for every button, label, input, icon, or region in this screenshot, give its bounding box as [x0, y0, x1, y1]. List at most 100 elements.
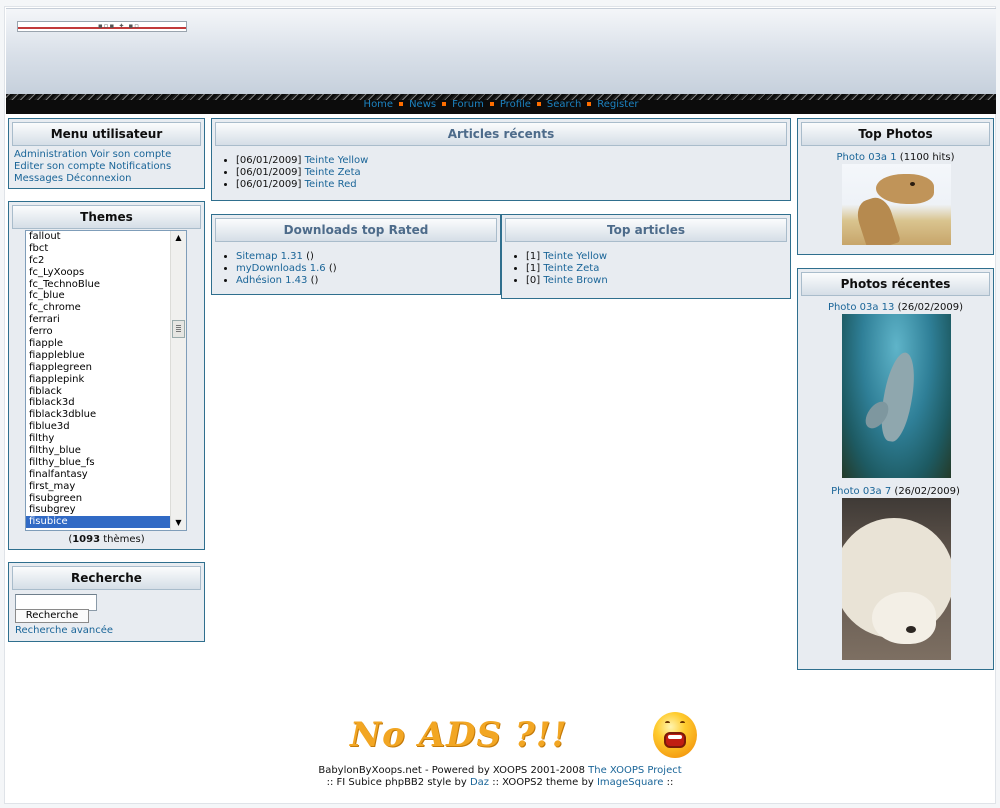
download-rating: ()	[328, 263, 337, 274]
user-menu-logout-link[interactable]: Déconnexion	[66, 173, 131, 184]
search-block: Recherche Recherche Recherche avancée	[8, 562, 205, 642]
article-date: [06/01/2009]	[236, 155, 302, 166]
nav-home-link[interactable]: Home	[361, 99, 397, 110]
theme-option[interactable]: fc_TechnoBlue	[26, 279, 172, 291]
theme-option[interactable]: fisubice	[26, 516, 172, 529]
recent-articles-content: [06/01/2009] Teinte Yellow [06/01/2009] …	[218, 155, 786, 191]
footer-powered-by: BabylonByXoops.net - Powered by XOOPS 20…	[318, 765, 585, 776]
article-date: [06/01/2009]	[236, 167, 302, 178]
article-count: [0]	[526, 275, 541, 286]
nav-forum-link[interactable]: Forum	[449, 99, 487, 110]
article-link[interactable]: Teinte Red	[305, 179, 357, 190]
theme-option[interactable]: fc_blue	[26, 290, 172, 302]
theme-option[interactable]: fiblue3d	[26, 421, 172, 433]
theme-option[interactable]: filthy_blue	[26, 445, 172, 457]
theme-option[interactable]: ferrari	[26, 314, 172, 326]
article-link[interactable]: Teinte Zeta	[543, 263, 599, 274]
xoops-project-link[interactable]: The XOOPS Project	[588, 765, 682, 776]
theme-option[interactable]: fiblack3dblue	[26, 409, 172, 421]
theme-option[interactable]: fisubgrey	[26, 504, 172, 516]
search-button[interactable]: Recherche	[15, 609, 89, 623]
imagesquare-link[interactable]: ImageSquare	[597, 777, 664, 788]
no-ads-text: No ADS ?!!	[350, 715, 568, 755]
list-item: myDownloads 1.6 ()	[236, 263, 496, 275]
theme-option[interactable]: fallout	[26, 231, 172, 243]
scroll-up-arrow-icon[interactable]: ▲	[171, 231, 186, 245]
article-link[interactable]: Teinte Yellow	[305, 155, 369, 166]
nav-separator-icon	[489, 102, 494, 106]
article-count: [1]	[526, 263, 541, 274]
nav-separator-icon	[399, 102, 404, 106]
theme-count: (1093 thèmes)	[68, 534, 145, 545]
dolphin-body	[876, 350, 920, 444]
theme-select-list[interactable]: fallout fbct fc2 fc_LyXoops fc_TechnoBlue fc_…	[25, 230, 187, 531]
no-ads-banner: No ADS ?!!	[346, 713, 616, 761]
photo-caption: Photo 03a 1 (1100 hits)	[798, 152, 993, 164]
list-item: [06/01/2009] Teinte Zeta	[236, 167, 786, 179]
advanced-search-link[interactable]: Recherche avancée	[15, 625, 113, 636]
theme-option[interactable]: fiapple	[26, 338, 172, 350]
user-menu-edit-account-link[interactable]: Editer son compte	[14, 161, 105, 172]
nav-separator-icon	[587, 102, 592, 106]
download-link[interactable]: myDownloads 1.6	[236, 263, 326, 274]
bear-face	[872, 592, 936, 644]
article-link[interactable]: Teinte Yellow	[543, 251, 607, 262]
logo-marks: ▪▫▪ ✦ ▪▫	[98, 22, 141, 30]
scroll-down-arrow-icon[interactable]: ▼	[171, 516, 186, 530]
site-header: ▪▫▪ ✦ ▪▫	[6, 8, 996, 94]
photo-title-link[interactable]: Photo 03a 13	[828, 302, 894, 313]
top-photos-block: Top Photos Photo 03a 1 (1100 hits)	[797, 118, 994, 255]
theme-option[interactable]: finalfantasy	[26, 469, 172, 481]
download-link[interactable]: Adhésion 1.43	[236, 275, 307, 286]
article-link[interactable]: Teinte Brown	[543, 275, 607, 286]
photo-caption: Photo 03a 13 (26/02/2009)	[798, 302, 993, 314]
theme-option[interactable]: filthy	[26, 433, 172, 445]
user-menu-notifications-link[interactable]: Notifications	[109, 161, 172, 172]
nav-news-link[interactable]: News	[406, 99, 439, 110]
bear-nose	[906, 626, 916, 633]
theme-option[interactable]: first_may	[26, 481, 172, 493]
nav-separator-icon	[442, 102, 447, 106]
nav-search-link[interactable]: Search	[544, 99, 584, 110]
dolphin-photo[interactable]	[842, 314, 951, 478]
daz-link[interactable]: Daz	[470, 777, 489, 788]
user-menu-messages-link[interactable]: Messages	[14, 173, 63, 184]
site-footer: BabylonByXoops.net - Powered by XOOPS 20…	[0, 765, 1000, 789]
theme-option[interactable]: fiapplepink	[26, 374, 172, 386]
camel-photo[interactable]	[842, 164, 951, 245]
theme-option[interactable]: fc2	[26, 255, 172, 267]
downloads-list: Sitemap 1.31 () myDownloads 1.6 () Adhés…	[218, 251, 496, 287]
theme-option[interactable]: fiblack3d	[26, 397, 172, 409]
footer-theme-credit: :: XOOPS2 theme by	[492, 777, 594, 788]
user-menu-administration-link[interactable]: Administration	[14, 149, 87, 160]
download-rating: ()	[306, 251, 314, 262]
smiley-eye	[680, 721, 685, 725]
list-item: [06/01/2009] Teinte Red	[236, 179, 786, 191]
site-logo[interactable]: ▪▫▪ ✦ ▪▫	[17, 21, 187, 32]
photo-title-link[interactable]: Photo 03a 7	[831, 486, 891, 497]
theme-list-scrollbar[interactable]: ▲ ▼	[170, 231, 186, 530]
theme-option[interactable]: fiblack	[26, 386, 172, 398]
theme-option[interactable]: fiappleblue	[26, 350, 172, 362]
article-link[interactable]: Teinte Zeta	[305, 167, 361, 178]
theme-option[interactable]: fiapplegreen	[26, 362, 172, 374]
top-articles-title: Top articles	[505, 218, 787, 242]
nav-profile-link[interactable]: Profile	[497, 99, 534, 110]
camel-head	[876, 174, 934, 204]
polar-bear-photo[interactable]	[842, 498, 951, 660]
list-item: [1] Teinte Zeta	[526, 263, 786, 275]
user-menu-view-account-link[interactable]: Voir son compte	[90, 149, 171, 160]
theme-option[interactable]: fisubgreen	[26, 493, 172, 505]
nav-register-link[interactable]: Register	[594, 99, 641, 110]
theme-option[interactable]: ferro	[26, 326, 172, 338]
scrollbar-thumb[interactable]	[172, 320, 185, 338]
article-count: [1]	[526, 251, 541, 262]
theme-option[interactable]: filthy_blue_fs	[26, 457, 172, 469]
theme-count-suffix: thèmes	[103, 534, 141, 545]
theme-option[interactable]: fbct	[26, 243, 172, 255]
photo-title-link[interactable]: Photo 03a 1	[837, 152, 897, 163]
download-link[interactable]: Sitemap 1.31	[236, 251, 303, 262]
theme-option[interactable]: fc_LyXoops	[26, 267, 172, 279]
theme-option[interactable]: fc_chrome	[26, 302, 172, 314]
user-menu-links: Administration Voir son compte Editer so…	[14, 149, 200, 185]
